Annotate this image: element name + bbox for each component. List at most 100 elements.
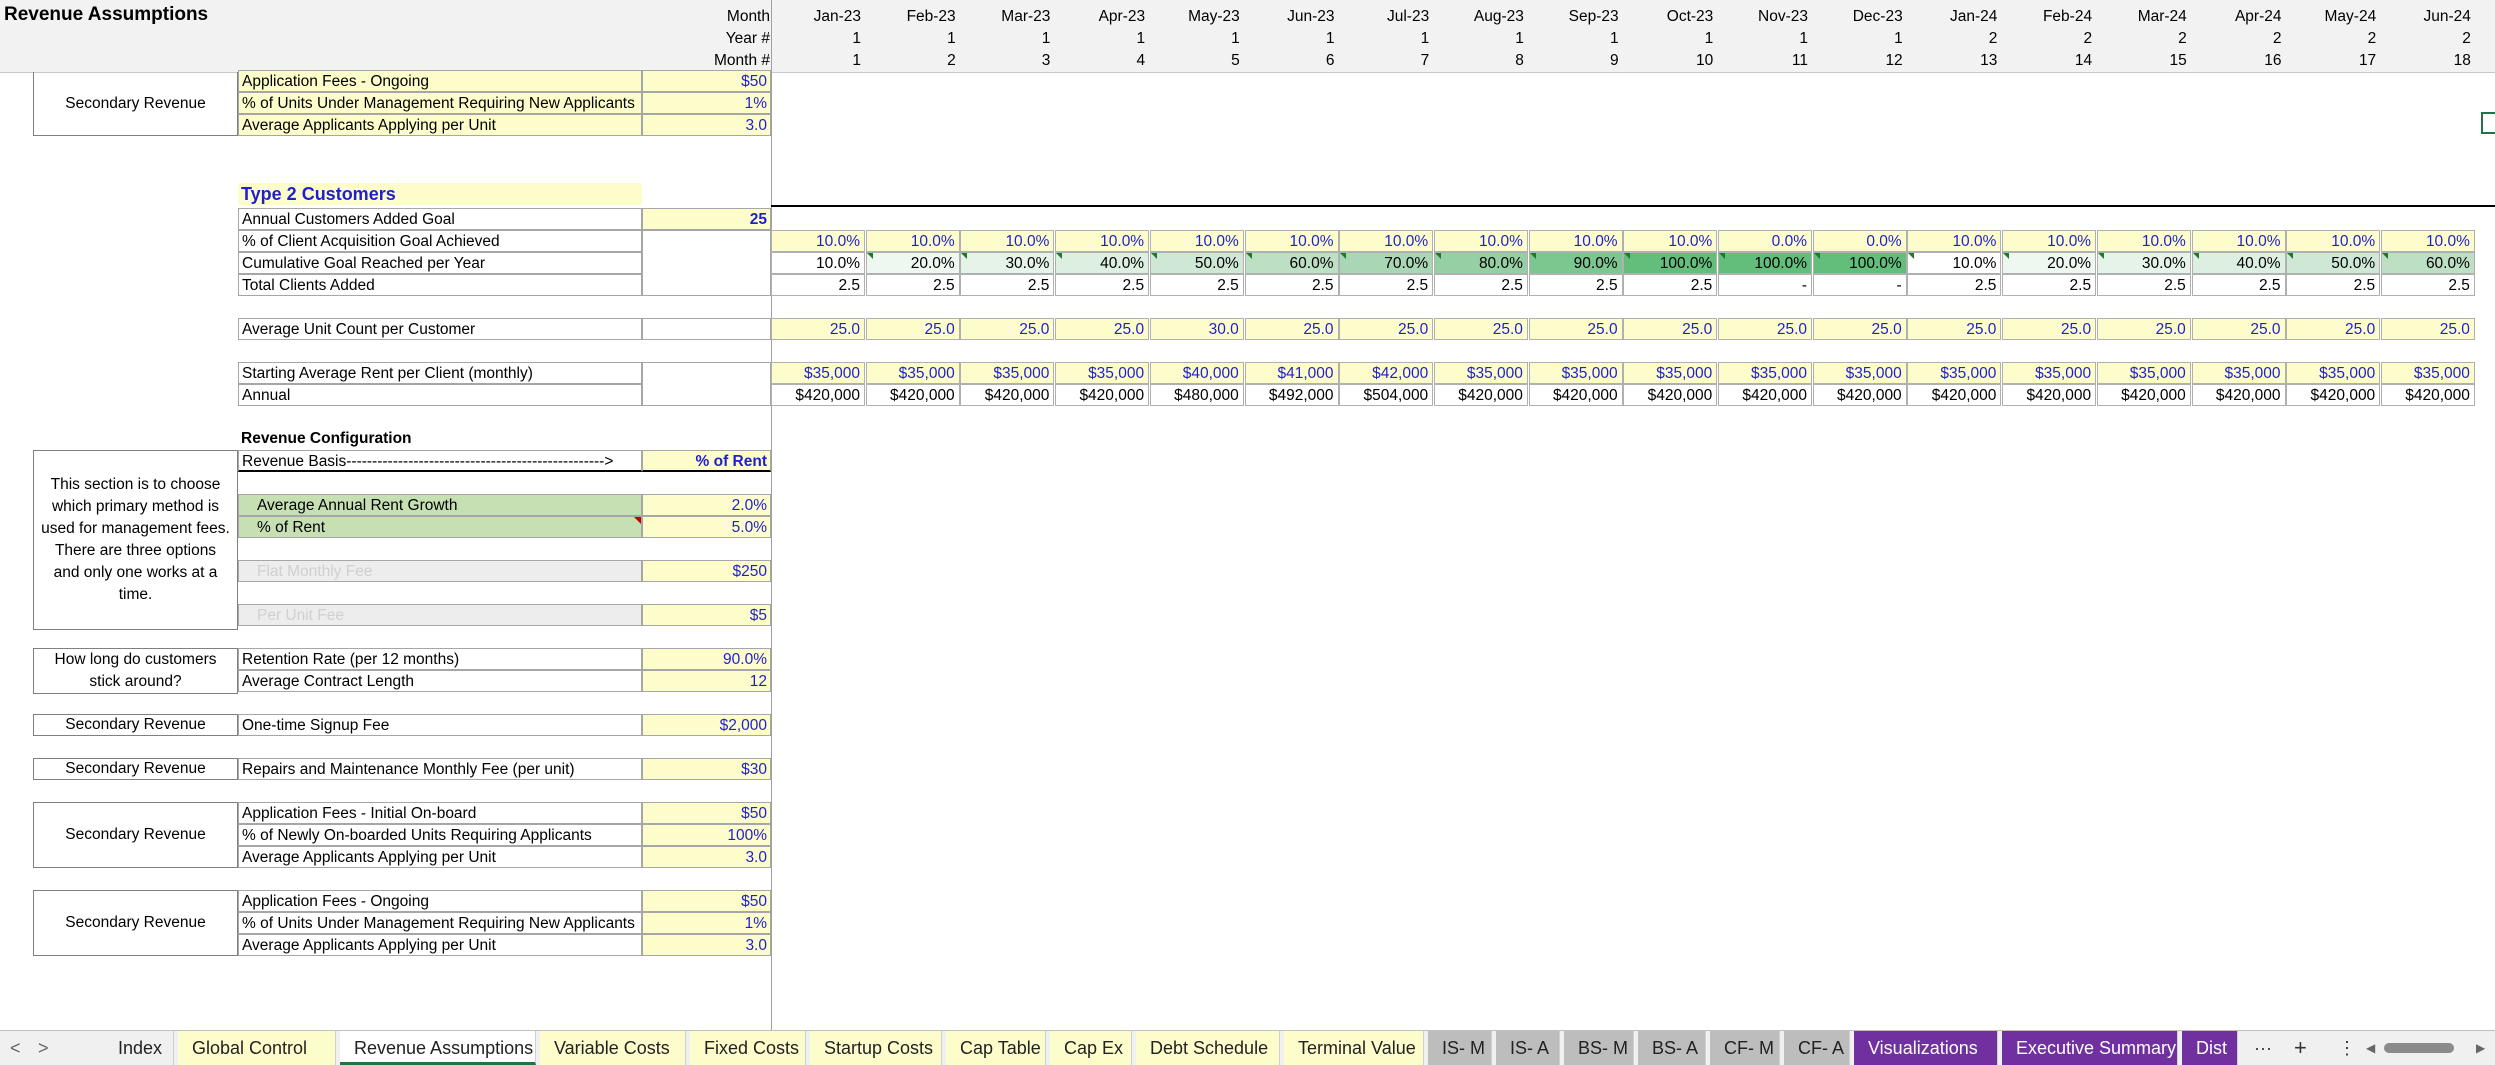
annual-rent-cell[interactable]: $420,000 — [2286, 384, 2381, 406]
unit-count-cell[interactable]: 25.0 — [1433, 318, 1528, 340]
top-units-requiring-label[interactable]: % of Units Under Management Requiring Ne… — [238, 92, 642, 114]
rent-cell[interactable]: $35,000 — [1433, 362, 1528, 384]
clients-added-cell[interactable]: - — [1718, 274, 1812, 296]
acq-goal-cell[interactable]: 10.0% — [1244, 230, 1339, 252]
clients-added-cell[interactable]: 2.5 — [2380, 274, 2475, 296]
clients-added-cell[interactable]: 2.5 — [1528, 274, 1623, 296]
rent-cell[interactable]: $35,000 — [1907, 362, 2002, 384]
acq-goal-cell[interactable]: 10.0% — [1433, 230, 1528, 252]
annual-rent-cell[interactable]: $420,000 — [771, 384, 865, 406]
cumulative-goal-cell[interactable]: 100.0% — [1623, 252, 1718, 274]
unit-count-cell[interactable]: 25.0 — [1528, 318, 1623, 340]
unit-count-cell[interactable]: 25.0 — [2002, 318, 2097, 340]
tab-cf-m[interactable]: CF- M — [1710, 1031, 1780, 1065]
tab-revenue-assumptions[interactable]: Revenue Assumptions — [340, 1031, 536, 1065]
tab-executive-summary[interactable]: Executive Summary — [2002, 1031, 2178, 1065]
annual-rent-cell[interactable]: $504,000 — [1339, 384, 1434, 406]
unit-count-cell[interactable]: 30.0 — [1149, 318, 1244, 340]
unit-count-cell[interactable]: 25.0 — [2096, 318, 2191, 340]
unit-count-cell[interactable]: 25.0 — [960, 318, 1055, 340]
clients-added-cell[interactable]: - — [1812, 274, 1907, 296]
cumulative-goal-cell[interactable]: 60.0% — [1244, 252, 1339, 274]
annual-rent-cell[interactable]: $420,000 — [1623, 384, 1718, 406]
cumulative-goal-cell[interactable]: 30.0% — [960, 252, 1055, 274]
acq-goal-cell[interactable]: 0.0% — [1718, 230, 1812, 252]
unit-count-cell[interactable]: 25.0 — [1055, 318, 1150, 340]
clients-added-cell[interactable]: 2.5 — [2191, 274, 2286, 296]
clients-added-cell[interactable]: 2.5 — [865, 274, 960, 296]
repairs-fee-value[interactable]: $30 — [642, 758, 771, 780]
ongoing-units-requiring-value[interactable]: 1% — [642, 912, 771, 934]
clients-added-cell[interactable]: 2.5 — [2096, 274, 2191, 296]
annual-rent-cell[interactable]: $420,000 — [2096, 384, 2191, 406]
acq-goal-cell[interactable]: 10.0% — [2380, 230, 2475, 252]
acq-goal-cell[interactable]: 10.0% — [1055, 230, 1150, 252]
cumulative-goal-cell[interactable]: 10.0% — [771, 252, 865, 274]
unit-count-cell[interactable]: 25.0 — [2380, 318, 2475, 340]
rent-cell[interactable]: $41,000 — [1244, 362, 1339, 384]
unit-count-cell[interactable]: 25.0 — [1339, 318, 1434, 340]
tab-cf-a[interactable]: CF- A — [1784, 1031, 1850, 1065]
cumulative-goal-cell[interactable]: 50.0% — [1149, 252, 1244, 274]
unit-count-cell[interactable]: 25.0 — [771, 318, 865, 340]
annual-rent-cell[interactable]: $420,000 — [2191, 384, 2286, 406]
clients-added-cell[interactable]: 2.5 — [1055, 274, 1150, 296]
acq-goal-cell[interactable]: 10.0% — [2286, 230, 2381, 252]
rent-cell[interactable]: $35,000 — [1055, 362, 1150, 384]
top-avg-applicants-label[interactable]: Average Applicants Applying per Unit — [238, 114, 642, 136]
acq-goal-cell[interactable]: 10.0% — [2002, 230, 2097, 252]
tab-is-m[interactable]: IS- M — [1428, 1031, 1492, 1065]
initial-avg-applicants-value[interactable]: 3.0 — [642, 846, 771, 868]
top-app-fees-ongoing-label[interactable]: Application Fees - Ongoing — [238, 70, 642, 92]
tab-index[interactable]: Index — [104, 1031, 174, 1065]
unit-count-cell[interactable]: 25.0 — [1907, 318, 2002, 340]
cumulative-goal-cell[interactable]: 50.0% — [2286, 252, 2381, 274]
acq-goal-cell[interactable]: 0.0% — [1812, 230, 1907, 252]
acq-goal-cell[interactable]: 10.0% — [2191, 230, 2286, 252]
growth-value[interactable]: 2.0% — [642, 494, 771, 516]
annual-rent-cell[interactable]: $420,000 — [2380, 384, 2475, 406]
contract-length-value[interactable]: 12 — [642, 670, 771, 692]
annual-rent-cell[interactable]: $420,000 — [1433, 384, 1528, 406]
top-app-fees-ongoing-value[interactable]: $50 — [642, 70, 771, 92]
rent-cell[interactable]: $35,000 — [2286, 362, 2381, 384]
tab-cap-table[interactable]: Cap Table — [946, 1031, 1046, 1065]
flat-fee-value[interactable]: $250 — [642, 560, 771, 582]
tab-visualizations[interactable]: Visualizations — [1854, 1031, 1998, 1065]
rent-cell[interactable]: $35,000 — [1623, 362, 1718, 384]
cumulative-goal-cell[interactable]: 10.0% — [1907, 252, 2002, 274]
annual-rent-cell[interactable]: $480,000 — [1149, 384, 1244, 406]
tab-variable-costs[interactable]: Variable Costs — [540, 1031, 686, 1065]
horizontal-scrollbar-thumb[interactable] — [2384, 1043, 2454, 1053]
clients-added-cell[interactable]: 2.5 — [1623, 274, 1718, 296]
tab-terminal-value[interactable]: Terminal Value — [1284, 1031, 1424, 1065]
cumulative-goal-cell[interactable]: 40.0% — [2191, 252, 2286, 274]
ongoing-app-fees-value[interactable]: $50 — [642, 890, 771, 912]
cumulative-goal-cell[interactable]: 20.0% — [2002, 252, 2097, 274]
signup-fee-value[interactable]: $2,000 — [642, 714, 771, 736]
acq-goal-cell[interactable]: 10.0% — [1339, 230, 1434, 252]
pct-rent-value[interactable]: 5.0% — [642, 516, 771, 538]
acq-goal-cell[interactable]: 10.0% — [1528, 230, 1623, 252]
tab-debt-schedule[interactable]: Debt Schedule — [1136, 1031, 1280, 1065]
sheet-options-icon[interactable]: ⋮ — [2338, 1031, 2356, 1065]
rent-cell[interactable]: $35,000 — [2096, 362, 2191, 384]
cumulative-goal-cell[interactable]: 80.0% — [1433, 252, 1528, 274]
clients-added-cell[interactable]: 2.5 — [2002, 274, 2097, 296]
goal-value[interactable]: 25 — [642, 208, 771, 230]
retention-rate-value[interactable]: 90.0% — [642, 648, 771, 670]
annual-rent-cell[interactable]: $420,000 — [1718, 384, 1812, 406]
tab-bs-a[interactable]: BS- A — [1638, 1031, 1706, 1065]
acq-goal-cell[interactable]: 10.0% — [865, 230, 960, 252]
annual-rent-cell[interactable]: $420,000 — [960, 384, 1055, 406]
tab-is-a[interactable]: IS- A — [1496, 1031, 1560, 1065]
rent-cell[interactable]: $35,000 — [1528, 362, 1623, 384]
rent-cell[interactable]: $35,000 — [960, 362, 1055, 384]
unit-count-cell[interactable]: 25.0 — [865, 318, 960, 340]
rent-cell[interactable]: $35,000 — [771, 362, 865, 384]
clients-added-cell[interactable]: 2.5 — [960, 274, 1055, 296]
tab-cap-ex[interactable]: Cap Ex — [1050, 1031, 1132, 1065]
annual-rent-cell[interactable]: $492,000 — [1244, 384, 1339, 406]
annual-rent-cell[interactable]: $420,000 — [2002, 384, 2097, 406]
unit-count-cell[interactable]: 25.0 — [1812, 318, 1907, 340]
